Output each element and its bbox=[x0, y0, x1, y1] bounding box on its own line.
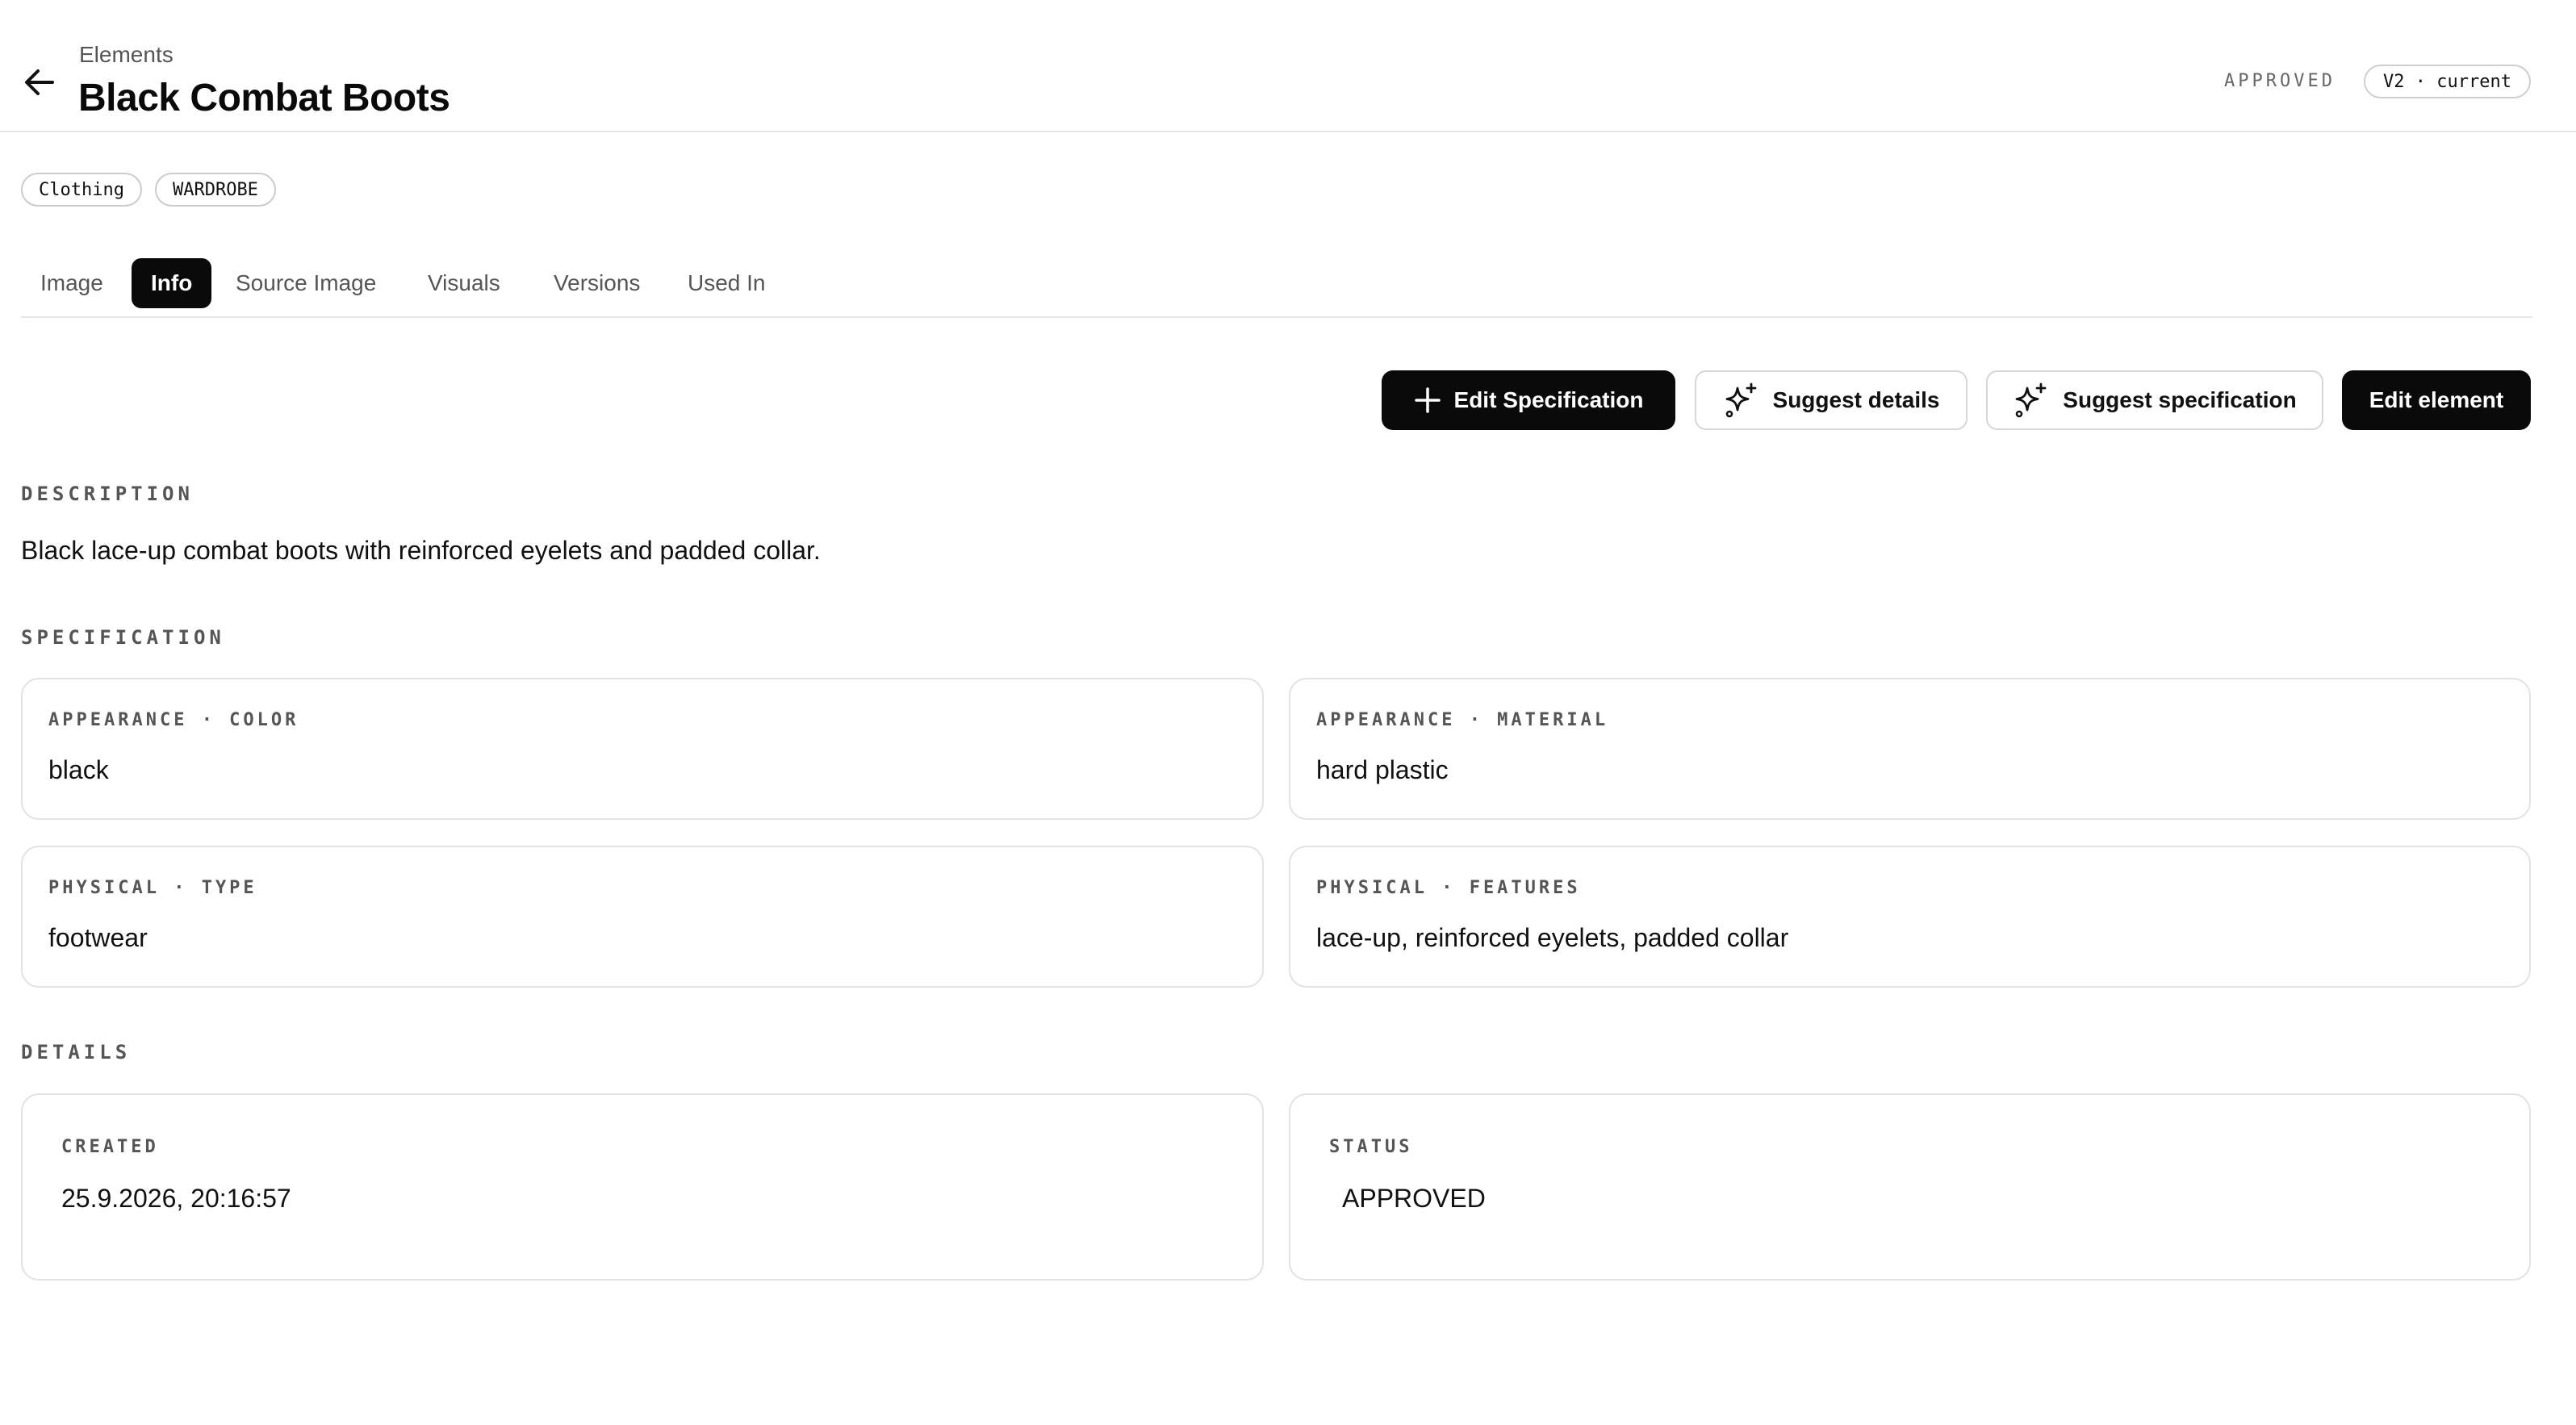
spec-card-physical-type: PHYSICAL · TYPE footwear bbox=[21, 846, 1264, 988]
version-selector[interactable]: V2 · current bbox=[2364, 65, 2531, 98]
status-label: STATUS bbox=[1329, 1137, 1413, 1157]
status-value: APPROVED bbox=[1342, 1184, 1486, 1213]
arrow-left-icon bbox=[25, 69, 54, 95]
spec-label: PHYSICAL · TYPE bbox=[48, 878, 257, 898]
spec-label: APPEARANCE · COLOR bbox=[48, 710, 299, 730]
spec-card-appearance-color: APPEARANCE · COLOR black bbox=[21, 678, 1264, 820]
sparkles-icon bbox=[2015, 382, 2047, 418]
details-heading: DETAILS bbox=[21, 1041, 132, 1064]
tab-bar: Image Info Source Image Visuals Versions… bbox=[21, 257, 2532, 318]
edit-specification-label: Edit Specification bbox=[1453, 387, 1644, 412]
details-card-status: STATUS APPROVED bbox=[1289, 1093, 2531, 1281]
suggest-details-button[interactable]: Suggest details bbox=[1695, 370, 1968, 430]
spec-label: PHYSICAL · FEATURES bbox=[1316, 878, 1581, 898]
spec-value: black bbox=[48, 755, 109, 784]
tab-source-image[interactable]: Source Image bbox=[216, 258, 395, 308]
description-text: Black lace-up combat boots with reinforc… bbox=[21, 536, 821, 565]
suggest-specification-button[interactable]: Suggest specification bbox=[1986, 370, 2323, 430]
edit-specification-button[interactable]: Edit Specification bbox=[1382, 370, 1675, 430]
tab-info[interactable]: Info bbox=[132, 258, 212, 308]
status-badge: APPROVED bbox=[2224, 71, 2336, 91]
tab-image[interactable]: Image bbox=[21, 258, 123, 308]
page-header: Elements Black Combat Boots APPROVED V2 … bbox=[0, 0, 2576, 132]
breadcrumb[interactable]: Elements bbox=[79, 42, 174, 68]
spec-card-appearance-material: APPEARANCE · MATERIAL hard plastic bbox=[1289, 678, 2531, 820]
tag-chip: WARDROBE bbox=[154, 173, 276, 207]
tab-used-in[interactable]: Used In bbox=[668, 258, 785, 308]
tab-visuals[interactable]: Visuals bbox=[408, 258, 520, 308]
sparkles-icon bbox=[1725, 382, 1756, 418]
back-button[interactable] bbox=[19, 65, 60, 100]
spec-value: lace-up, reinforced eyelets, padded coll… bbox=[1316, 923, 1789, 952]
edit-element-button[interactable]: Edit element bbox=[2342, 370, 2531, 430]
created-value: 25.9.2026, 20:16:57 bbox=[61, 1184, 291, 1213]
suggest-details-label: Suggest details bbox=[1772, 387, 1940, 412]
tag-list: Clothing WARDROBE bbox=[21, 173, 276, 207]
spec-card-physical-features: PHYSICAL · FEATURES lace-up, reinforced … bbox=[1289, 846, 2531, 988]
specification-heading: SPECIFICATION bbox=[21, 626, 225, 649]
tab-versions[interactable]: Versions bbox=[534, 258, 659, 308]
details-card-created: CREATED 25.9.2026, 20:16:57 bbox=[21, 1093, 1264, 1281]
page-title: Black Combat Boots bbox=[78, 77, 450, 119]
created-label: CREATED bbox=[61, 1137, 159, 1157]
plus-icon bbox=[1414, 387, 1441, 413]
spec-value: hard plastic bbox=[1316, 755, 1449, 784]
spec-label: APPEARANCE · MATERIAL bbox=[1316, 710, 1609, 730]
tag-chip: Clothing bbox=[21, 173, 142, 207]
spec-value: footwear bbox=[48, 923, 148, 952]
description-heading: DESCRIPTION bbox=[21, 483, 194, 505]
suggest-specification-label: Suggest specification bbox=[2063, 387, 2297, 412]
